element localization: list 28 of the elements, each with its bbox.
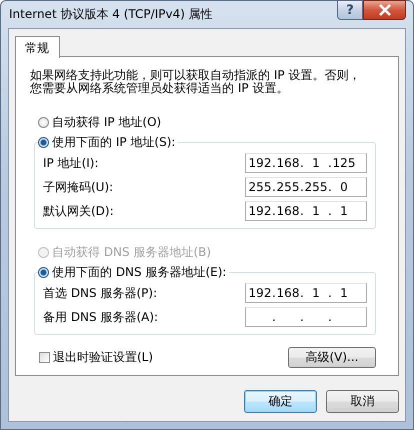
radio-label: 自动获得 IP 地址(O) bbox=[52, 114, 162, 130]
ip-address-field[interactable]: . . . bbox=[245, 307, 367, 327]
help-button[interactable]: ? bbox=[337, 0, 363, 20]
ip-address-field[interactable]: 192.168. 1 . 1 bbox=[245, 201, 367, 221]
field-label: IP 地址(I): bbox=[43, 154, 99, 172]
radio-button[interactable] bbox=[38, 136, 49, 148]
radio-label: 使用下面的 IP 地址(S): bbox=[52, 134, 176, 150]
field-label: 首选 DNS 服务器(P): bbox=[43, 284, 158, 302]
advanced-button[interactable]: 高级(V)... bbox=[288, 347, 376, 368]
ip-address-field[interactable]: 192.168. 1 . 1 bbox=[245, 283, 367, 303]
window-title: Internet 协议版本 4 (TCP/IPv4) 属性 bbox=[8, 6, 213, 23]
dialog-button[interactable]: 确定 bbox=[244, 390, 317, 413]
field-label: 子网掩码(U): bbox=[43, 178, 114, 196]
description-text: 如果网络支持此功能，则可以获取自动指派的 IP 设置。否则，您需要从网络系统管理员处获得适当的 IP 设置。 bbox=[30, 69, 362, 95]
close-icon bbox=[378, 4, 392, 16]
radio-label: 自动获得 DNS 服务器地址(B) bbox=[52, 244, 212, 260]
dialog-button[interactable]: 取消 bbox=[326, 390, 399, 413]
ip-address-field[interactable]: 255.255.255. 0 bbox=[245, 177, 367, 197]
tab[interactable]: 常规 bbox=[15, 36, 60, 58]
radio-button[interactable] bbox=[38, 116, 49, 128]
radio-button[interactable] bbox=[38, 266, 49, 278]
checkbox-label: 退出时验证设置(L) bbox=[53, 349, 154, 366]
checkbox[interactable] bbox=[39, 352, 50, 363]
radio-label: 使用下面的 DNS 服务器地址(E): bbox=[52, 264, 226, 280]
field-label: 备用 DNS 服务器(A): bbox=[43, 308, 158, 326]
ip-address-field[interactable]: 192.168. 1 .125 bbox=[245, 153, 367, 173]
close-button[interactable] bbox=[363, 0, 406, 20]
field-label: 默认网关(D): bbox=[43, 202, 114, 220]
